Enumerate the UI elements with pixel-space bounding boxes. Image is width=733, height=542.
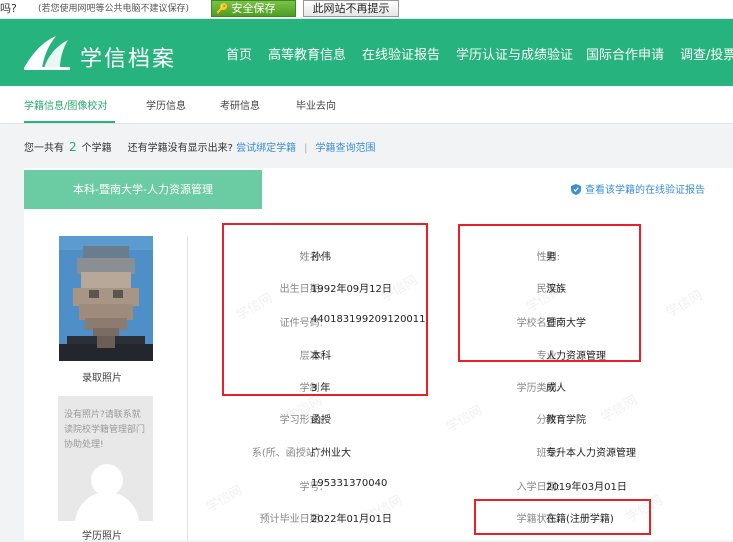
chsi-logo-icon[interactable] <box>22 34 72 72</box>
shield-icon <box>571 184 581 195</box>
field-value-student-id: 195331370040 <box>311 478 388 489</box>
count-prefix: 您一共有 <box>24 143 64 154</box>
watermark: 学信网 <box>203 482 246 516</box>
nav-international-cooperation[interactable]: 国际合作申请 <box>586 44 664 63</box>
query-scope-link[interactable]: 学籍查询范围 <box>316 143 376 154</box>
key-icon: 🔑 <box>216 4 229 15</box>
enrollment-count-line: 您一共有 2 个学籍 还有学籍没有显示出来? 尝试绑定学籍 | 学籍查询范围 <box>24 139 376 154</box>
tab-postgraduate-exam-info[interactable]: 考研信息 <box>220 97 260 112</box>
pixelated-portrait-icon <box>59 236 153 361</box>
link-separator: | <box>304 143 308 154</box>
tab-graduation-destination[interactable]: 毕业去向 <box>296 97 336 112</box>
field-value-expected-graduation: 2022年01月01日 <box>311 514 392 525</box>
site-header: 学信档案 首页 高等教育信息 在线验证报告 学历认证与成绩验证 国际合作申请 调… <box>0 19 733 86</box>
field-value-degree-type: 成人 <box>546 383 566 394</box>
no-more-prompt-button[interactable]: 此网站不再提示 <box>303 0 399 17</box>
notice-question: 吗? <box>0 2 17 15</box>
enrollment-card-title[interactable]: 本科-暨南大学-人力资源管理 <box>24 170 262 209</box>
nav-home[interactable]: 首页 <box>226 44 252 63</box>
sub-navigation: 学籍信息/图像校对 学历信息 考研信息 毕业去向 <box>0 86 733 124</box>
field-value-branch-college: 教育学院 <box>546 415 586 426</box>
field-value-department: 广州业大 <box>311 448 351 459</box>
nav-higher-education[interactable]: 高等教育信息 <box>268 44 346 63</box>
bind-enrollment-link[interactable]: 尝试绑定学籍 <box>236 143 296 154</box>
field-value-enrollment-date: 2019年03月01日 <box>546 482 627 493</box>
photo-column-divider <box>187 236 188 540</box>
view-verification-report-link[interactable]: 查看该学籍的在线验证报告 <box>571 181 705 196</box>
browser-save-notice: 吗? (若您使用网吧等公共电脑不建议保存) 🔑 安全保存 此网站不再提示 <box>0 0 733 19</box>
highlight-box-status <box>474 499 651 535</box>
highlight-box-personal <box>222 223 428 396</box>
site-logo-text[interactable]: 学信档案 <box>80 41 176 73</box>
verify-link-label: 查看该学籍的在线验证报告 <box>585 185 705 196</box>
no-photo-message: 没有照片?请联系就读院校学籍管理部门协助处理! <box>64 410 146 450</box>
degree-photo-placeholder: 没有照片?请联系就读院校学籍管理部门协助处理! <box>58 396 153 521</box>
watermark: 学信网 <box>598 392 641 426</box>
admission-photo-label: 录取照片 <box>82 373 122 384</box>
nav-survey-vote[interactable]: 调查/投票 <box>680 44 733 63</box>
field-value-study-mode: 函授 <box>311 415 331 426</box>
active-tab-underline <box>24 121 115 123</box>
count-suffix: 个学籍 <box>81 143 112 154</box>
tab-degree-info[interactable]: 学历信息 <box>146 97 186 112</box>
safe-save-label: 安全保存 <box>231 2 276 15</box>
enrollment-card: 本科-暨南大学-人力资源管理 查看该学籍的在线验证报告 录取照片 没有照片?请联… <box>24 168 733 542</box>
watermark: 学信网 <box>443 402 486 436</box>
highlight-box-school <box>458 224 641 362</box>
enrollment-count: 2 <box>69 140 77 154</box>
avatar-body-icon <box>75 492 139 521</box>
missing-question: 还有学籍没有显示出来? <box>127 143 233 154</box>
safe-save-button[interactable]: 🔑 安全保存 <box>211 0 296 17</box>
field-value-class: 专升本人力资源管理 <box>546 448 636 459</box>
nav-online-verification[interactable]: 在线验证报告 <box>362 44 440 63</box>
watermark: 学信网 <box>663 287 706 321</box>
notice-hint: (若您使用网吧等公共电脑不建议保存) <box>38 4 190 14</box>
tab-enrollment-info[interactable]: 学籍信息/图像校对 <box>24 97 107 112</box>
nav-degree-authentication[interactable]: 学历认证与成绩验证 <box>456 44 573 63</box>
admission-photo <box>59 236 153 361</box>
